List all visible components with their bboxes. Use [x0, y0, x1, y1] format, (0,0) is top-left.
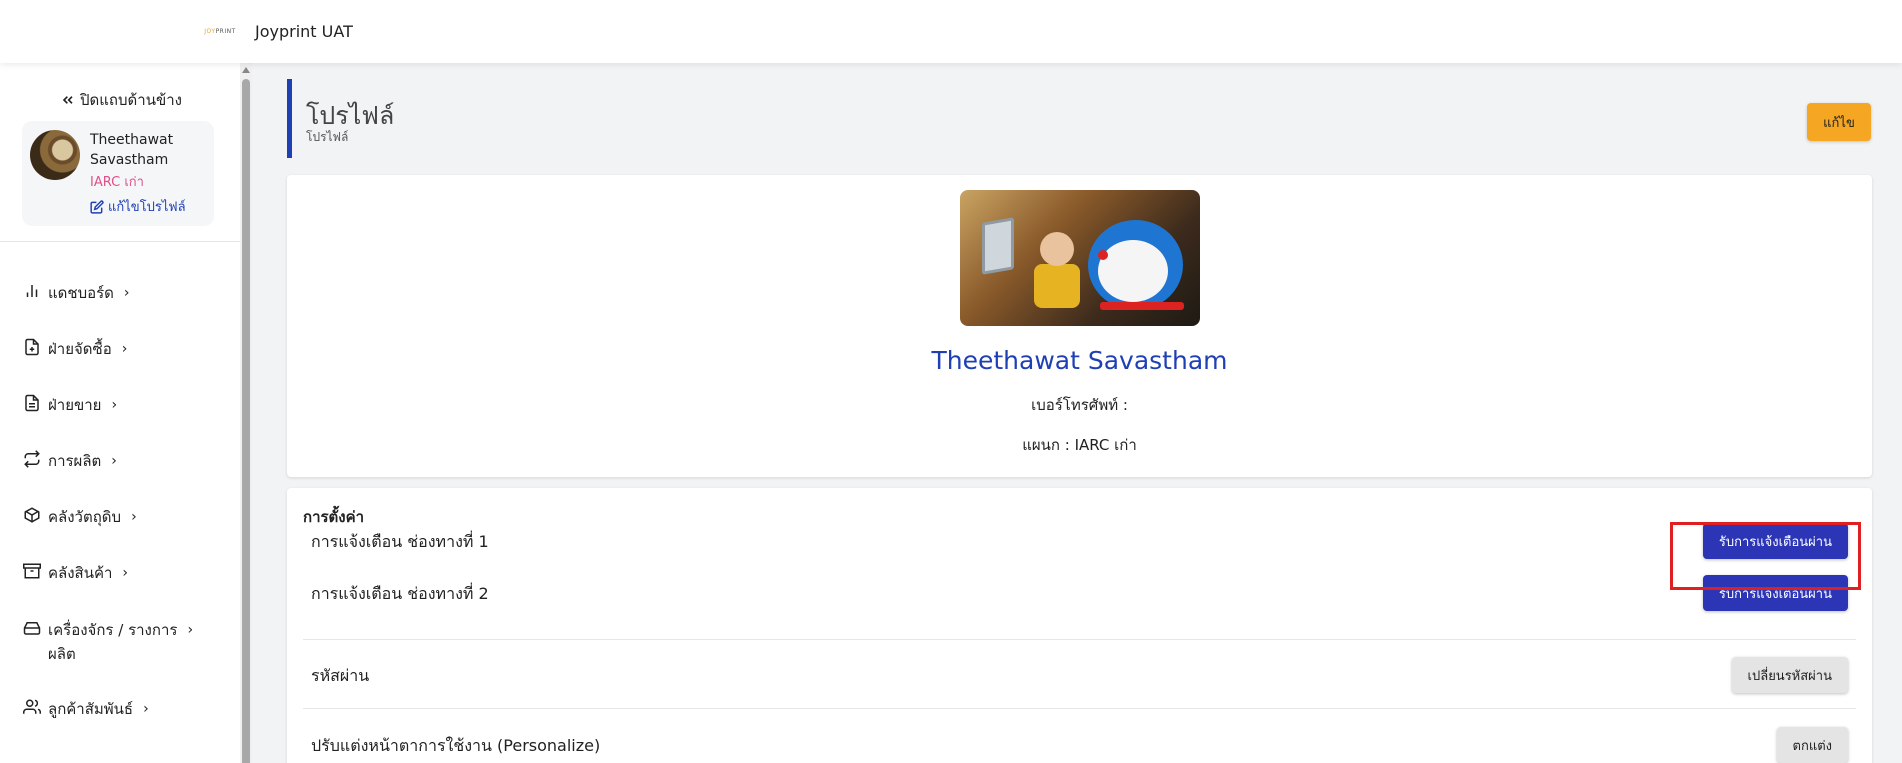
settings-row-personalize: ปรับแต่งหน้าตาการใช้งาน (Personalize) ตก…	[303, 720, 1856, 763]
sidebar-item-purchasing[interactable]: ฝ่ายจัดซื้อ ›	[22, 337, 127, 361]
settings-row-label: การแจ้งเตือน ช่องทางที่ 1	[311, 532, 489, 551]
sidebar-item-label: ฝ่ายจัดซื้อ	[48, 340, 112, 358]
collapse-sidebar-label: ปิดแถบด้านข้าง	[80, 91, 182, 109]
settings-row-label: ปรับแต่งหน้าตาการใช้งาน (Personalize)	[311, 736, 601, 755]
sidebar-item-label: เครื่องจักร / รางการ ผลิต	[48, 621, 178, 663]
sidebar-item-warehouse[interactable]: คลังสินค้า ›	[22, 561, 128, 585]
user-card: Theethawat Savastham IARC เก่า แก้ไขโปรไ…	[22, 121, 214, 226]
file-text-icon	[22, 393, 42, 413]
settings-card: การตั้งค่า การแจ้งเตือน ช่องทางที่ 1 รับ…	[287, 488, 1872, 763]
chevron-right-icon: ›	[121, 341, 128, 357]
sidebar-item-sales[interactable]: ฝ่ายขาย ›	[22, 393, 117, 417]
settings-row-label: การแจ้งเตือน ช่องทางที่ 2	[311, 584, 489, 603]
sidebar-item-crm[interactable]: ลูกค้าสัมพันธ์ ›	[22, 697, 149, 721]
app-title: Joyprint UAT	[255, 22, 353, 41]
chevron-right-icon: ›	[111, 453, 117, 469]
edit-profile-link[interactable]: แก้ไขโปรไฟล์	[90, 196, 186, 217]
user-department: IARC เก่า	[90, 175, 144, 190]
sidebar-item-label: ฝ่ายขาย	[48, 396, 102, 414]
user-name: Theethawat Savastham	[90, 132, 174, 168]
personalize-button[interactable]: ตกแต่ง	[1776, 727, 1848, 763]
sidebar-scrollbar[interactable]	[240, 63, 252, 763]
top-bar: JOY PRINT Joyprint UAT	[0, 0, 1902, 63]
sidebar-item-dashboard[interactable]: แดชบอร์ด ›	[22, 281, 130, 305]
users-icon	[22, 697, 42, 717]
sidebar-item-raw-materials[interactable]: คลังวัตถุดิบ ›	[22, 505, 137, 529]
sidebar-divider	[0, 241, 240, 242]
sidebar-item-label: แดชบอร์ด	[48, 284, 114, 302]
row-divider	[303, 708, 1856, 709]
joyprint-logo[interactable]: JOY PRINT	[201, 26, 239, 38]
box-icon	[22, 505, 42, 525]
chevron-right-icon: ›	[131, 509, 137, 525]
scrollbar-thumb[interactable]	[242, 79, 250, 763]
notify-channel-2-button[interactable]: รับการแจ้งเตือนผ่าน	[1702, 575, 1848, 611]
bar-chart-icon	[22, 281, 42, 301]
edit-profile-label: แก้ไขโปรไฟล์	[108, 200, 186, 215]
sidebar-item-production[interactable]: การผลิต ›	[22, 449, 117, 473]
change-password-button[interactable]: เปลี่ยนรหัสผ่าน	[1731, 657, 1848, 693]
profile-name: Theethawat Savastham	[931, 346, 1228, 375]
chevrons-left-icon	[62, 96, 73, 104]
settings-row-notify-2: การแจ้งเตือน ช่องทางที่ 2 รับการแจ้งเตือ…	[303, 568, 1856, 618]
chevron-right-icon: ›	[143, 701, 149, 717]
hard-drive-icon	[22, 618, 42, 638]
file-plus-icon	[22, 337, 42, 357]
chevron-right-icon: ›	[187, 622, 194, 638]
page-breadcrumb: โปรไฟล์	[306, 130, 349, 144]
row-divider	[303, 639, 1856, 640]
chevron-right-icon: ›	[123, 285, 130, 301]
sidebar-item-label: ลูกค้าสัมพันธ์	[48, 700, 134, 718]
archive-icon	[22, 561, 42, 581]
sidebar-item-label: คลังวัตถุดิบ	[48, 508, 122, 526]
notify-channel-1-button[interactable]: รับการแจ้งเตือนผ่าน	[1702, 523, 1848, 559]
sidebar-item-label: การผลิต	[48, 452, 102, 470]
avatar[interactable]	[30, 130, 80, 180]
sidebar-item-machines[interactable]: เครื่องจักร / รางการ ผลิต ›	[22, 618, 193, 666]
profile-phone: เบอร์โทรศัพท์ :	[1031, 396, 1128, 414]
chevron-right-icon: ›	[111, 397, 118, 413]
sidebar: ปิดแถบด้านข้าง Theethawat Savastham IARC…	[0, 63, 240, 763]
settings-row-label: รหัสผ่าน	[311, 666, 370, 685]
profile-card: Theethawat Savastham เบอร์โทรศัพท์ : แผน…	[287, 175, 1872, 477]
settings-row-notify-1: การแจ้งเตือน ช่องทางที่ 1 รับการแจ้งเตือ…	[303, 516, 1856, 566]
collapse-sidebar-button[interactable]: ปิดแถบด้านข้าง	[60, 88, 182, 112]
chevron-right-icon: ›	[122, 565, 129, 581]
sidebar-item-label: คลังสินค้า	[48, 564, 113, 582]
profile-image	[960, 190, 1200, 326]
repeat-icon	[22, 449, 42, 469]
edit-button[interactable]: แก้ไข	[1807, 103, 1871, 141]
profile-department: แผนก : IARC เก่า	[1022, 436, 1137, 454]
edit-icon	[90, 199, 104, 214]
page-header-accent	[287, 79, 292, 158]
settings-row-password: รหัสผ่าน เปลี่ยนรหัสผ่าน	[303, 650, 1856, 700]
scroll-up-arrow-icon[interactable]	[242, 67, 250, 73]
